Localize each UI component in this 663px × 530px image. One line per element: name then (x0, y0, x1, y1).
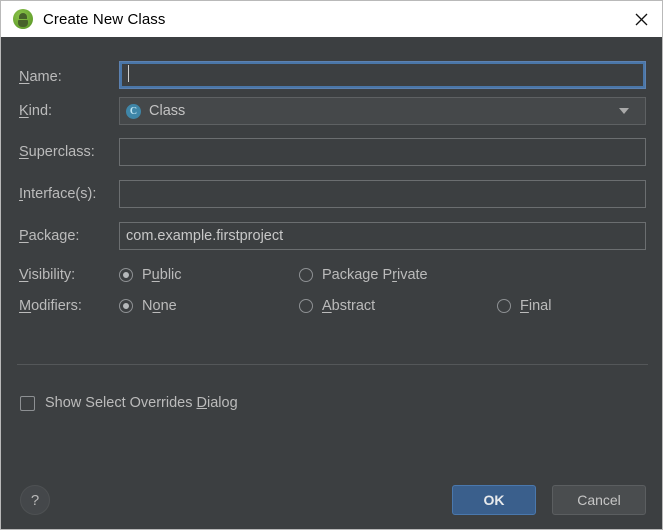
package-input-value: com.example.firstproject (126, 228, 284, 244)
radio-indicator (119, 299, 133, 313)
superclass-label-mnemonic: S (19, 144, 29, 160)
package-input[interactable]: com.example.firstproject (119, 222, 646, 250)
kind-label: Kind: (19, 103, 52, 119)
title-bar: Create New Class (1, 1, 662, 37)
name-label-mnemonic: N (19, 69, 30, 85)
class-icon: C (126, 103, 141, 119)
radio-modifier-final[interactable]: Final (497, 298, 551, 314)
radio-visibility-package-private-label: Package Private (322, 267, 428, 283)
kind-label-mnemonic: K (19, 103, 29, 119)
superclass-input[interactable] (119, 138, 646, 166)
visibility-label-mnemonic: V (19, 267, 29, 283)
android-studio-icon (13, 9, 33, 29)
radio-indicator (497, 299, 511, 313)
package-label-mnemonic: P (19, 228, 29, 244)
radio-visibility-public[interactable]: Public (119, 267, 182, 283)
modifiers-label-text: odifiers: (31, 298, 82, 314)
modifiers-label: Modifiers: (19, 298, 82, 314)
radio-indicator (299, 299, 313, 313)
superclass-label: Superclass: (19, 144, 95, 160)
radio-modifier-abstract-label: Abstract (322, 298, 376, 314)
superclass-label-text: uperclass: (28, 144, 95, 160)
modifiers-label-mnemonic: M (19, 298, 32, 314)
package-label-text: ackage: (28, 228, 80, 244)
cancel-button[interactable]: Cancel (552, 485, 646, 515)
interfaces-label-text: nterface(s): (23, 186, 97, 202)
radio-modifier-abstract[interactable]: Abstract (299, 298, 375, 314)
checkbox-show-select-overrides-dialog-label: Show Select Overrides Dialog (45, 395, 238, 411)
ok-button[interactable]: OK (452, 485, 536, 515)
visibility-label-text: isibility: (28, 267, 76, 283)
kind-dropdown[interactable]: C Class (119, 97, 646, 125)
radio-indicator (119, 268, 133, 282)
name-label-text: ame: (29, 69, 62, 85)
checkbox-show-select-overrides-dialog[interactable]: Show Select Overrides Dialog (20, 395, 238, 411)
radio-modifier-final-label: Final (520, 298, 552, 314)
section-divider (17, 364, 648, 365)
radio-modifier-none-label: None (142, 298, 177, 314)
radio-modifier-none[interactable]: None (119, 298, 177, 314)
name-label: Name: (19, 69, 62, 85)
radio-visibility-package-private[interactable]: Package Private (299, 267, 428, 283)
close-icon[interactable] (618, 1, 662, 37)
name-input[interactable] (119, 61, 646, 89)
help-button[interactable]: ? (20, 485, 50, 515)
interfaces-label: Interface(s): (19, 186, 96, 202)
checkbox-indicator (20, 395, 35, 411)
text-caret (128, 65, 129, 82)
dialog-title: Create New Class (43, 10, 166, 28)
radio-indicator (299, 268, 313, 282)
visibility-label: Visibility: (19, 267, 75, 283)
radio-visibility-public-label: Public (142, 267, 182, 283)
create-new-class-dialog: Create New Class Name: Kind: C Class Sup… (0, 0, 663, 530)
interfaces-input[interactable] (119, 180, 646, 208)
chevron-down-icon (619, 108, 629, 114)
kind-label-text: ind: (28, 103, 53, 119)
kind-selected-value: Class (149, 103, 186, 119)
form-area: Name: Kind: C Class Superclass: Interfac… (1, 37, 662, 471)
package-label: Package: (19, 228, 79, 244)
